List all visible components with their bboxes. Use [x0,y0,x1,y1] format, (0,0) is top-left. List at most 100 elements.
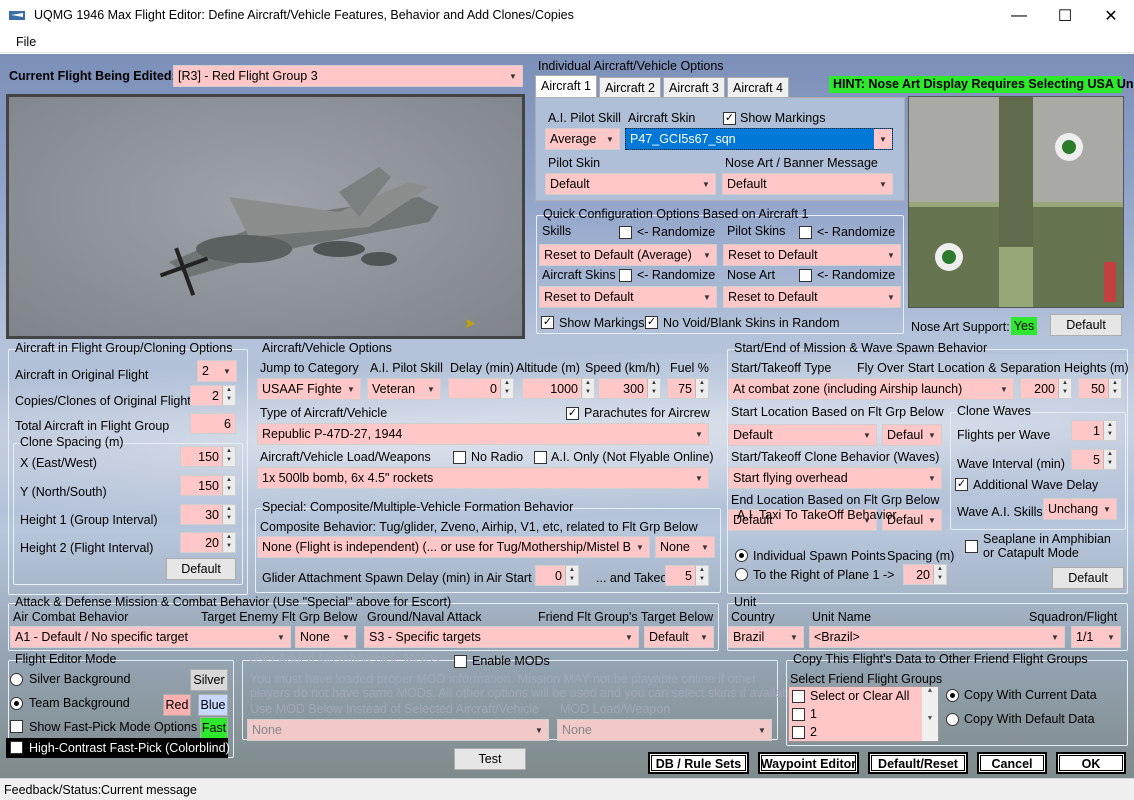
country-select[interactable]: Brazil ▼ [728,626,804,648]
tab-aircraft-2[interactable]: Aircraft 2 [599,77,662,97]
fly-over-height2-stepper[interactable]: 50 ▲ ▼ [1078,378,1122,399]
wave-interval-stepper[interactable]: 5 ▲ ▼ [1071,449,1117,470]
quick-nose-art-select[interactable]: Reset to Default ▼ [723,286,901,308]
clone-behavior-select[interactable]: Start flying overhead ▼ [728,467,942,489]
current-flight-select[interactable]: [R3] - Red Flight Group 3 ▼ [173,65,523,87]
spin-arrows-icon[interactable]: ▲ ▼ [695,566,708,585]
start-location-flight-select[interactable]: Default ▼ [882,424,942,446]
silver-background-radio[interactable] [10,673,23,686]
individual-spawn-radio[interactable] [735,549,748,562]
randomize-skills-checkbox[interactable] [619,226,632,239]
ai-only-checkbox[interactable] [534,451,547,464]
ground-attack-select[interactable]: S3 - Specific targets ▼ [364,626,639,648]
delay-stepper[interactable]: 0 ▲ ▼ [448,378,514,399]
blue-button[interactable]: Blue [198,694,228,716]
original-aircraft-select[interactable]: 2 ▼ [197,360,237,382]
composite-target-select[interactable]: None ▼ [655,536,715,558]
high-contrast-row[interactable]: High-Contrast Fast-Pick (Colorblind) [6,738,230,758]
spin-arrows-icon[interactable]: ▲ ▼ [695,379,708,398]
copy-default-radio[interactable] [946,713,959,726]
spin-arrows-icon[interactable]: ▲ ▼ [222,533,235,552]
friend-group-1-checkbox[interactable] [792,708,805,721]
glider-delay-stepper[interactable]: 0 ▲ ▼ [535,565,579,586]
friend-list-item[interactable]: Select or Clear All [810,689,909,703]
high-contrast-checkbox[interactable] [10,741,23,754]
tab-aircraft-4[interactable]: Aircraft 4 [727,77,790,97]
randomize-aircraft-skins-checkbox[interactable] [619,269,632,282]
spin-arrows-icon[interactable]: ▲ ▼ [565,566,578,585]
spin-arrows-icon[interactable]: ▲ ▼ [222,386,235,405]
parachutes-checkbox[interactable]: ✓ [566,407,579,420]
ai-pilot-skill-select[interactable]: Average ▼ [545,128,620,150]
spin-arrows-icon[interactable]: ▲ ▼ [500,379,513,398]
x-spacing-stepper[interactable]: 150 ▲ ▼ [180,446,236,467]
spin-arrows-icon[interactable]: ▲ ▼ [933,565,946,584]
no-void-skins-checkbox[interactable]: ✓ [645,316,658,329]
quick-pilot-skins-select[interactable]: Reset to Default ▼ [723,244,901,266]
db-rule-sets-button[interactable]: DB / Rule Sets [648,752,749,774]
quick-show-markings-checkbox[interactable]: ✓ [541,316,554,329]
friend-list-item[interactable]: 1 [810,707,817,721]
waypoint-editor-button[interactable]: Waypoint Editor [758,752,859,774]
copies-stepper[interactable]: 2 ▲ ▼ [190,385,236,406]
nose-art-select[interactable]: Default ▼ [722,173,893,195]
enable-mods-checkbox[interactable] [454,655,467,668]
mod-load-select[interactable]: None ▼ [557,719,772,741]
jump-category-select[interactable]: USAAF Fighter ▼ [257,378,361,400]
minimize-button[interactable]: — [996,0,1042,31]
wave-skills-select[interactable]: Unchanged ▼ [1043,498,1117,520]
vehicle-skill-select[interactable]: Veteran ▼ [367,378,441,400]
team-background-radio[interactable] [10,697,23,710]
close-button[interactable]: ✕ [1088,0,1134,31]
height1-stepper[interactable]: 30 ▲ ▼ [180,504,236,525]
randomize-pilot-skins-checkbox[interactable] [799,226,812,239]
start-location-select[interactable]: Default ▼ [728,424,877,446]
spin-arrows-icon[interactable]: ▲ ▼ [1058,379,1071,398]
aircraft-skin-select[interactable]: P47_GCI5s67_sqn ▼ [625,128,893,150]
copy-current-radio[interactable] [946,689,959,702]
spin-arrows-icon[interactable]: ▲ ▼ [581,379,594,398]
spawn-spacing-stepper[interactable]: 20 ▲ ▼ [903,564,947,585]
test-button[interactable]: Test [454,748,526,770]
target-enemy-select[interactable]: None ▼ [295,626,356,648]
tab-aircraft-1[interactable]: Aircraft 1 [535,75,598,97]
fuel-stepper[interactable]: 75 ▲ ▼ [667,378,709,399]
load-weapons-select[interactable]: 1x 500lb bomb, 6x 4.5" rockets ▼ [257,467,709,489]
randomize-nose-art-checkbox[interactable] [799,269,812,282]
friend-target-select[interactable]: Default ▼ [644,626,714,648]
squadron-select[interactable]: 1/1 ▼ [1071,626,1121,648]
additional-wave-delay-checkbox[interactable]: ✓ [955,478,968,491]
friend-list-item[interactable]: 2 [810,725,817,739]
clone-default-button[interactable]: Default [166,558,236,580]
ok-button[interactable]: OK [1056,752,1126,774]
spin-arrows-icon[interactable]: ▲ ▼ [1103,421,1116,440]
unit-name-select[interactable]: <Brazil> ▼ [809,626,1065,648]
friend-groups-list[interactable]: Select or Clear All 1 2 ▲ ▼ [788,686,939,742]
fast-button[interactable]: Fast [200,717,228,739]
air-combat-select[interactable]: A1 - Default / No specific target ▼ [10,626,291,648]
fast-pick-checkbox[interactable] [10,720,23,733]
speed-stepper[interactable]: 300 ▲ ▼ [598,378,661,399]
friend-group-2-checkbox[interactable] [792,726,805,739]
quick-skills-select[interactable]: Reset to Default (Average) ▼ [539,244,717,266]
default-reset-button[interactable]: Default/Reset [868,752,968,774]
pilot-skin-select[interactable]: Default ▼ [545,173,716,195]
spin-arrows-icon[interactable]: ▲ ▼ [1108,379,1121,398]
list-scrollbar[interactable]: ▲ ▼ [922,687,938,741]
fly-over-height1-stepper[interactable]: 200 ▲ ▼ [1020,378,1072,399]
y-spacing-stepper[interactable]: 150 ▲ ▼ [180,475,236,496]
spin-arrows-icon[interactable]: ▲ ▼ [222,476,235,495]
aircraft-type-select[interactable]: Republic P-47D-27, 1944 ▼ [257,423,709,445]
height2-stepper[interactable]: 20 ▲ ▼ [180,532,236,553]
mod-select[interactable]: None ▼ [247,719,549,741]
flights-per-wave-stepper[interactable]: 1 ▲ ▼ [1071,420,1117,441]
tab-aircraft-3[interactable]: Aircraft 3 [663,77,726,97]
red-button[interactable]: Red [163,694,191,716]
spin-arrows-icon[interactable]: ▲ ▼ [1103,450,1116,469]
menu-file[interactable]: File [16,35,36,49]
maximize-button[interactable]: ☐ [1042,0,1088,31]
start-type-select[interactable]: At combat zone (including Airship launch… [728,378,1014,400]
spin-arrows-icon[interactable]: ▲ ▼ [647,379,660,398]
select-all-checkbox[interactable] [792,690,805,703]
nose-art-default-button[interactable]: Default [1050,314,1122,336]
